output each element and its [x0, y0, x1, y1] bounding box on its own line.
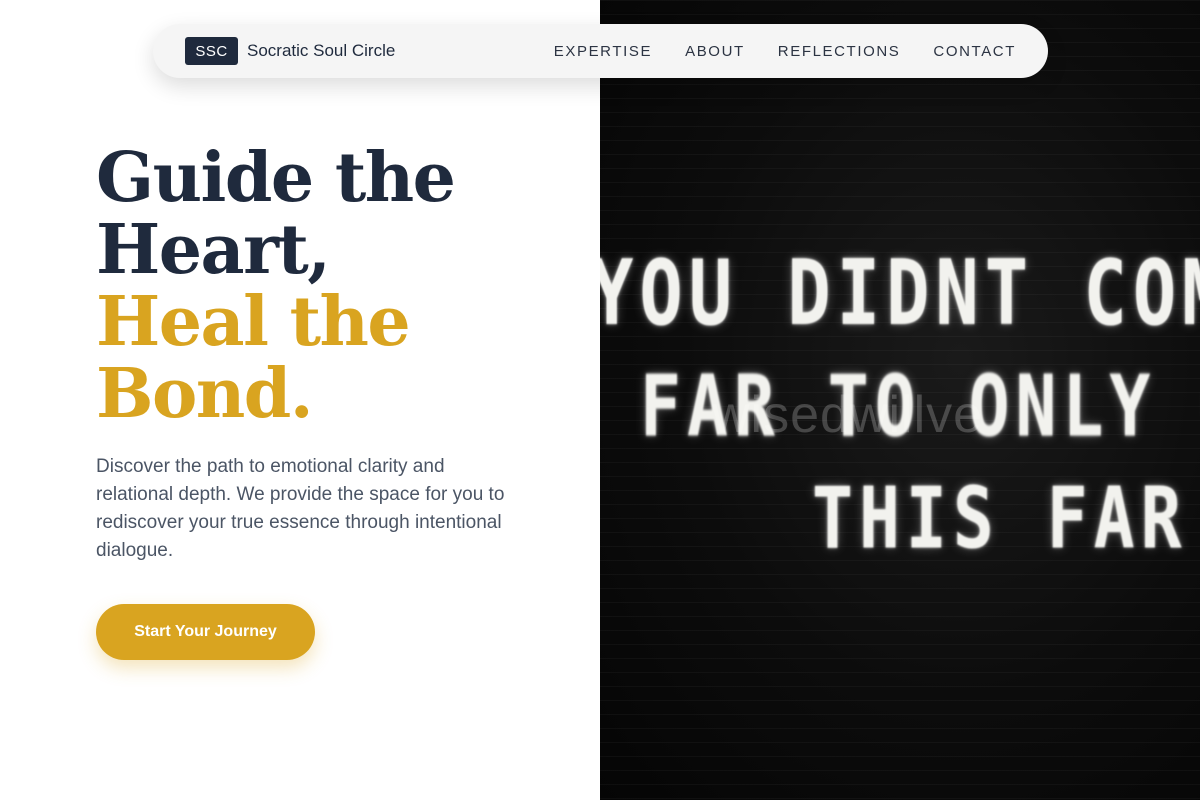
brand-logo-link[interactable]: SSC Socratic Soul Circle [185, 37, 395, 65]
top-navbar: SSC Socratic Soul Circle EXPERTISE ABOUT… [153, 24, 1048, 78]
nav-link-expertise[interactable]: EXPERTISE [554, 43, 652, 60]
hero-letterboard-image: YOU DIDNT COME T FAR TO ONLY COM THIS FA… [600, 0, 1200, 800]
nav-links: EXPERTISE ABOUT REFLECTIONS CONTACT [554, 43, 1016, 60]
brand-badge: SSC [185, 37, 238, 65]
start-journey-button[interactable]: Start Your Journey [96, 604, 315, 660]
nav-link-contact[interactable]: CONTACT [933, 43, 1016, 60]
letterboard-line-1: YOU DIDNT COME T [600, 240, 1200, 345]
headline-line-3: Heal the [96, 282, 411, 362]
letterboard-line-3: THIS FAR [812, 470, 1188, 569]
headline-line-2: Heart, [96, 210, 331, 290]
brand-name: Socratic Soul Circle [247, 41, 396, 60]
nav-link-reflections[interactable]: REFLECTIONS [778, 43, 901, 60]
landing-page: YOU DIDNT COME T FAR TO ONLY COM THIS FA… [0, 0, 1200, 800]
hero-description: Discover the path to emotional clarity a… [96, 456, 505, 561]
headline-line-4: Bond. [96, 354, 314, 434]
image-watermark: wisedwillve [712, 386, 984, 444]
headline-line-1: Guide the [96, 138, 456, 218]
nav-link-about[interactable]: ABOUT [685, 43, 745, 60]
hero-headline: Guide the Heart, Heal the Bond. [96, 138, 456, 434]
